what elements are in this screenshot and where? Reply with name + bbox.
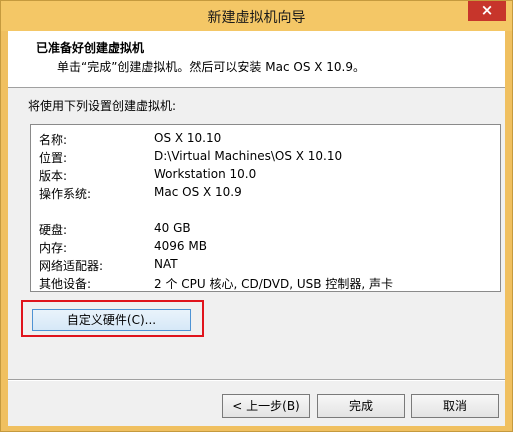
setting-value: 40 GB (154, 221, 191, 235)
cancel-button[interactable]: 取消 (411, 394, 499, 418)
highlight-box: 自定义硬件(C)... (21, 300, 204, 337)
setting-key: 其他设备: (39, 277, 92, 291)
setting-value: D:\Virtual Machines\OS X 10.10 (154, 149, 343, 163)
setting-value: NAT (154, 257, 178, 271)
header-title: 已准备好创建虚拟机 (36, 41, 145, 55)
footer-separator (8, 379, 505, 381)
back-button[interactable]: < 上一步(B) (222, 394, 310, 418)
settings-summary-box[interactable]: 名称: OS X 10.10 位置: D:\Virtual Machines\O… (30, 124, 501, 292)
finish-button[interactable]: 完成 (317, 394, 405, 418)
setting-key: 内存: (39, 241, 68, 255)
customize-hardware-button[interactable]: 自定义硬件(C)... (32, 309, 191, 331)
setting-value: Mac OS X 10.9 (154, 185, 242, 199)
setting-key: 位置: (39, 151, 68, 165)
setting-key: 版本: (39, 169, 68, 183)
setting-value: OS X 10.10 (154, 131, 222, 145)
header-panel: 已准备好创建虚拟机 单击“完成”创建虚拟机。然后可以安装 Mac OS X 10… (8, 31, 505, 88)
wizard-window: 新建虚拟机向导 × 已准备好创建虚拟机 单击“完成”创建虚拟机。然后可以安装 M… (0, 0, 513, 432)
close-button[interactable]: × (468, 1, 506, 21)
wizard-client-area: 已准备好创建虚拟机 单击“完成”创建虚拟机。然后可以安装 Mac OS X 10… (8, 31, 505, 426)
setting-key: 硬盘: (39, 223, 68, 237)
setting-value: 2 个 CPU 核心, CD/DVD, USB 控制器, 声卡 (154, 277, 393, 291)
setting-value: Workstation 10.0 (154, 167, 257, 181)
setting-key: 操作系统: (39, 187, 92, 201)
setting-value: 4096 MB (154, 239, 207, 253)
setting-key: 网络适配器: (39, 259, 104, 273)
header-subtitle: 单击“完成”创建虚拟机。然后可以安装 Mac OS X 10.9。 (57, 60, 365, 74)
intro-label: 将使用下列设置创建虚拟机: (28, 99, 177, 113)
title-bar[interactable]: 新建虚拟机向导 × (1, 1, 512, 31)
setting-key: 名称: (39, 133, 68, 147)
window-title: 新建虚拟机向导 (207, 10, 306, 26)
